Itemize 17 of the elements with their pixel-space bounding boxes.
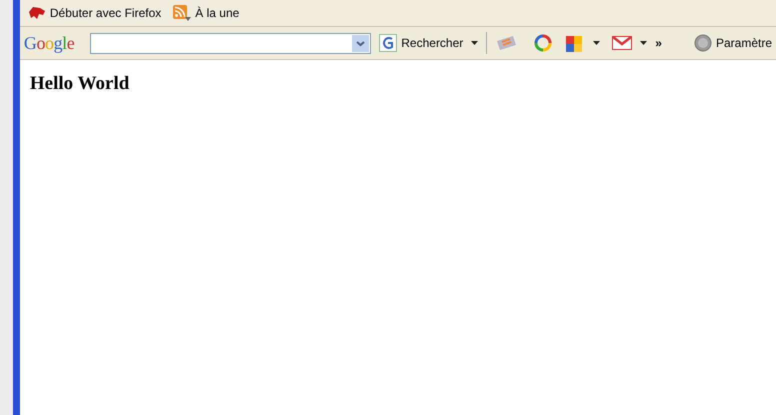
- g-icon: [379, 34, 398, 52]
- swirl-icon[interactable]: [533, 33, 554, 53]
- search-field[interactable]: [90, 32, 372, 54]
- animal-icon: [28, 6, 46, 20]
- google-logo: Google: [24, 32, 74, 55]
- page-heading: Hello World: [30, 72, 130, 96]
- more-button[interactable]: »: [655, 34, 662, 52]
- caret-icon[interactable]: [593, 41, 600, 45]
- bookmark-link[interactable]: Débuter avec Firefox: [50, 4, 162, 22]
- mail-icon[interactable]: [612, 36, 632, 50]
- bookmark-link[interactable]: À la une: [195, 4, 240, 22]
- settings-button[interactable]: Paramètre: [694, 34, 772, 52]
- rss-icon: [173, 5, 192, 21]
- caret-icon[interactable]: [640, 41, 648, 45]
- search-button[interactable]: Rechercher: [379, 34, 464, 52]
- circle-icon: [694, 34, 712, 52]
- caret-icon[interactable]: [471, 41, 478, 45]
